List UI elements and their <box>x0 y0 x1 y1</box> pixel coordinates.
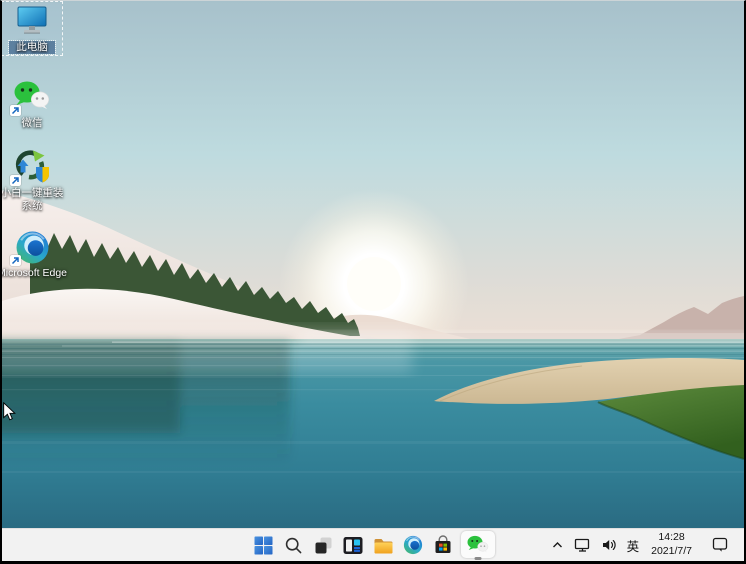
system-tray: 英 14:28 2021/7/7 <box>549 529 744 562</box>
clock[interactable]: 14:28 2021/7/7 <box>647 531 696 558</box>
date-label: 2021/7/7 <box>651 545 692 559</box>
xiaobai-reinstall-icon <box>12 149 52 185</box>
task-view-button[interactable] <box>308 529 338 562</box>
taskbar-center-buttons <box>248 529 498 562</box>
desktop-icon-label: 此电脑 <box>9 41 55 54</box>
task-view-icon <box>314 536 333 555</box>
file-explorer-button[interactable] <box>368 529 398 562</box>
taskbar: 英 14:28 2021/7/7 <box>2 528 744 561</box>
ethernet-network-icon <box>574 537 591 553</box>
desktop-icon-microsoft-edge[interactable]: Microsoft Edge <box>3 229 61 280</box>
widgets-icon <box>343 536 363 555</box>
desktop[interactable]: 此电脑 微信 <box>2 1 744 528</box>
folder-icon <box>373 536 394 555</box>
microsoft-store-button[interactable] <box>428 529 458 562</box>
time-label: 14:28 <box>658 531 684 545</box>
shortcut-arrow-icon <box>10 175 21 186</box>
search-icon <box>284 536 303 555</box>
desktop-icon-label: 微信 <box>0 117 68 130</box>
edge-icon <box>403 535 423 555</box>
show-hidden-icons-button[interactable] <box>549 537 566 553</box>
desktop-icon-this-pc[interactable]: 此电脑 <box>3 3 61 54</box>
notification-bubble-icon <box>712 537 729 553</box>
store-icon <box>433 535 453 555</box>
chevron-up-icon <box>551 539 564 551</box>
windows-logo-icon <box>254 536 273 555</box>
desktop-icon-xiaobai-reinstall[interactable]: 小白一键重装系统 <box>3 149 61 212</box>
this-pc-monitor-icon <box>12 3 52 39</box>
wechat-taskbar-button[interactable] <box>458 529 498 562</box>
desktop-icon-wechat[interactable]: 微信 <box>3 79 61 130</box>
speaker-icon <box>601 537 617 553</box>
search-button[interactable] <box>278 529 308 562</box>
shortcut-arrow-icon <box>10 255 21 266</box>
language-label: 英 <box>627 536 640 555</box>
wechat-icon <box>12 79 52 115</box>
shortcut-arrow-icon <box>10 105 21 116</box>
mouse-cursor <box>3 402 16 421</box>
wallpaper-lake-landscape <box>2 1 744 528</box>
wechat-icon <box>466 535 490 556</box>
edge-icon <box>12 229 52 265</box>
desktop-icon-label: 小白一键重装系统 <box>0 187 68 212</box>
widgets-button[interactable] <box>338 529 368 562</box>
language-indicator[interactable]: 英 <box>625 534 642 557</box>
desktop-icon-label: Microsoft Edge <box>0 267 68 280</box>
running-app-indicator <box>475 557 482 560</box>
windows-desktop-screen: 此电脑 微信 <box>0 0 746 564</box>
notification-center-button[interactable] <box>710 535 731 555</box>
volume-button[interactable] <box>599 535 619 555</box>
edge-browser-button[interactable] <box>398 529 428 562</box>
network-button[interactable] <box>572 535 593 555</box>
start-button[interactable] <box>248 529 278 562</box>
